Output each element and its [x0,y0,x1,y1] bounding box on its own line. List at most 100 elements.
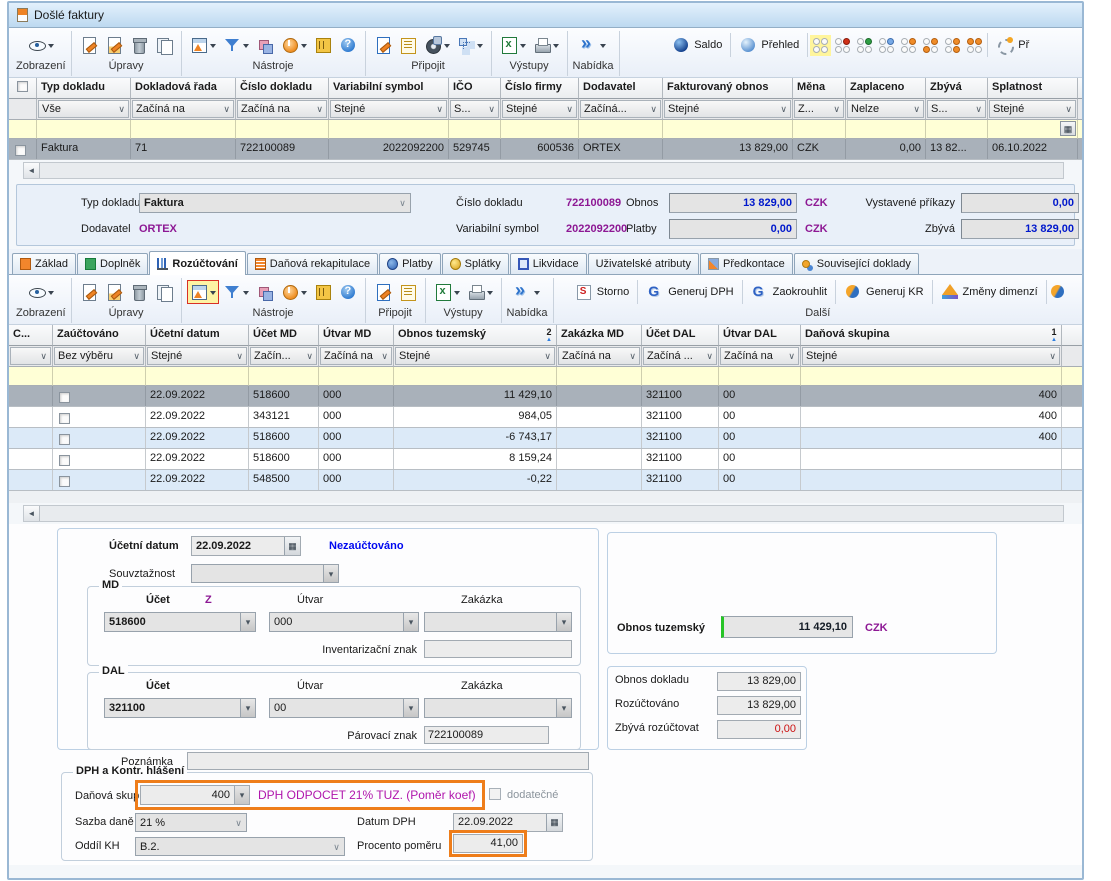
column-header-fakturovany-obnos[interactable]: Fakturovaný obnos [663,78,793,99]
dropdown-button-icon[interactable]: ▾ [240,613,255,631]
poznamka-field[interactable] [187,752,589,770]
clover-icon-4[interactable] [876,35,897,56]
row-checkbox[interactable] [59,454,70,466]
button-zmeny-dimenzi[interactable]: Změny dimenzí [935,281,1044,303]
column-header-mena[interactable]: Měna [793,78,846,99]
column-header-danova-skupina[interactable]: Daňová skupina 1 ▲ [801,325,1062,346]
tab-danova-rekapitulace[interactable]: Daňová rekapitulace [246,253,379,274]
search-input-cell[interactable] [557,367,642,386]
column-header-splatnost[interactable]: Splatnost [988,78,1078,99]
tab-rozuctovani[interactable]: Rozúčtování [149,251,246,275]
search-input-cell[interactable] [319,367,394,386]
filter-dropdown[interactable]: Začíná na ∨ [558,347,640,365]
souvztaznost-select[interactable]: ▾ [191,564,339,583]
filter-dropdown[interactable]: Stejné ∨ [395,347,555,365]
tab-splatky[interactable]: Splátky [441,253,509,274]
column-header-x[interactable] [9,78,37,99]
tab-platby[interactable]: Platby [379,253,441,274]
toolbar-button-trash[interactable] [127,280,151,304]
toolbar-button-excel[interactable] [431,280,463,304]
column-header-ucetni-datum[interactable]: Účetní datum [146,325,249,346]
toolbar-button-page-copy[interactable] [152,280,176,304]
column-header-cislo-dokladu[interactable]: Číslo dokladu [236,78,329,99]
toolbar-button-clock[interactable] [278,280,310,304]
ucetni-datum-field[interactable]: 22.09.2022 ▦ [191,536,301,556]
toolbar-button-printer[interactable] [464,280,496,304]
filter-dropdown[interactable]: S... ∨ [450,100,499,118]
filter-dropdown[interactable]: Bez výběru ∨ [54,347,144,365]
clover-icon-6[interactable] [920,35,941,56]
toolbar-button-clock[interactable] [278,33,310,57]
search-input-cell[interactable]: ▦ [988,120,1078,139]
column-header-zauctovano[interactable]: Zaúčtováno [53,325,146,346]
row-checkbox[interactable] [59,475,70,487]
tab-doplnek[interactable]: Doplněk [77,253,149,274]
inv-znak-field[interactable] [424,640,572,658]
button-generuj-dph[interactable]: Generuj DPH [640,281,739,303]
column-header-ico[interactable]: IČO [449,78,501,99]
tab-uzivatelske-atributy[interactable]: Uživatelské atributy [587,253,699,274]
filter-dropdown[interactable]: Začíná na ∨ [720,347,799,365]
column-header-ucet-dal[interactable]: Účet DAL [642,325,719,346]
toolbar-button-funnel[interactable] [220,33,252,57]
column-header-utvar-md[interactable]: Útvar MD [319,325,394,346]
toolbar-button-page-edit[interactable] [102,280,126,304]
table-row[interactable]: 22.09.2022 518600 000 -6 743,17 321100 00 400 [9,428,1082,449]
tab-zaklad[interactable]: Základ [12,253,77,274]
dropdown-button-icon[interactable]: ▾ [234,786,249,804]
dropdown-button-icon[interactable]: ▾ [556,613,571,631]
oddil-kh-select[interactable]: B.2. ∨ [135,837,345,856]
toolbar-button-note[interactable] [371,280,395,304]
filter-dropdown[interactable]: Z... ∨ [794,100,844,118]
calendar-icon[interactable]: ▦ [546,814,562,831]
search-input-cell[interactable] [801,367,1062,386]
row-checkbox[interactable] [59,433,70,445]
column-header-typ-dokladu[interactable]: Typ dokladu [37,78,131,99]
search-input-cell[interactable] [394,367,557,386]
toolbar-button-help[interactable] [336,280,360,304]
search-input-cell[interactable] [642,367,719,386]
filter-dropdown[interactable]: Začíná na ∨ [320,347,392,365]
dropdown-button-icon[interactable]: ▾ [556,699,571,717]
filter-dropdown[interactable]: Stejné ∨ [802,347,1060,365]
table-row[interactable]: Faktura 71 722100089 2022092200 529745 600536… [9,139,1082,160]
search-input-cell[interactable] [146,367,249,386]
toolbar-button-page-edit[interactable] [102,33,126,57]
row-checkbox[interactable] [59,412,70,424]
button-prehled[interactable]: Přehled [733,34,805,56]
dal-zakazka-select[interactable]: ▾ [424,698,572,718]
tab-souvisejici-doklady[interactable]: Související doklady [793,253,919,274]
tab-likvidace[interactable]: Likvidace [509,253,587,274]
toolbar-button-help[interactable] [336,33,360,57]
dropdown-button-icon[interactable]: ▾ [240,699,255,717]
sazba-dane-select[interactable]: 21 % ∨ [135,813,247,832]
filter-dropdown[interactable]: Stejné ∨ [147,347,247,365]
search-input-cell[interactable] [53,367,146,386]
filter-dropdown[interactable]: Stejné ∨ [330,100,447,118]
toolbar-button-printer[interactable] [530,33,562,57]
table-row[interactable]: 22.09.2022 548500 000 -0,22 321100 00 [9,470,1082,491]
row-checkbox[interactable] [59,391,70,403]
search-input-cell[interactable] [501,120,579,139]
window-titlebar[interactable]: Došlé faktury [9,3,1082,28]
dropdown-button-icon[interactable]: ▾ [403,699,418,717]
search-input-cell[interactable] [719,367,801,386]
filter-dropdown[interactable]: Začín... ∨ [250,347,317,365]
filter-dropdown[interactable]: Stejné ∨ [664,100,791,118]
search-input-cell[interactable] [9,120,37,139]
toolbar-button-eye[interactable] [25,280,57,304]
dropdown-button-icon[interactable]: ▾ [403,613,418,631]
filter-dropdown[interactable]: S... ∨ [927,100,986,118]
filter-dropdown[interactable]: Nelze ∨ [847,100,924,118]
column-header-variabilni-symbol[interactable]: Variabilní symbol [329,78,449,99]
column-header-ucet-md[interactable]: Účet MD [249,325,319,346]
toolbar-button-eye[interactable] [25,33,57,57]
toolbar-button-chevrons[interactable] [511,280,543,304]
invoices-hscrollbar[interactable]: ◄ [23,162,1064,179]
scroll-left-icon[interactable]: ◄ [24,163,40,178]
toolbar-button-grid[interactable] [187,33,219,57]
column-header-dodavatel[interactable]: Dodavatel [579,78,663,99]
search-input-cell[interactable] [449,120,501,139]
toolbar-button-disc[interactable] [421,33,453,57]
toolbar-button-funnel[interactable] [220,280,252,304]
